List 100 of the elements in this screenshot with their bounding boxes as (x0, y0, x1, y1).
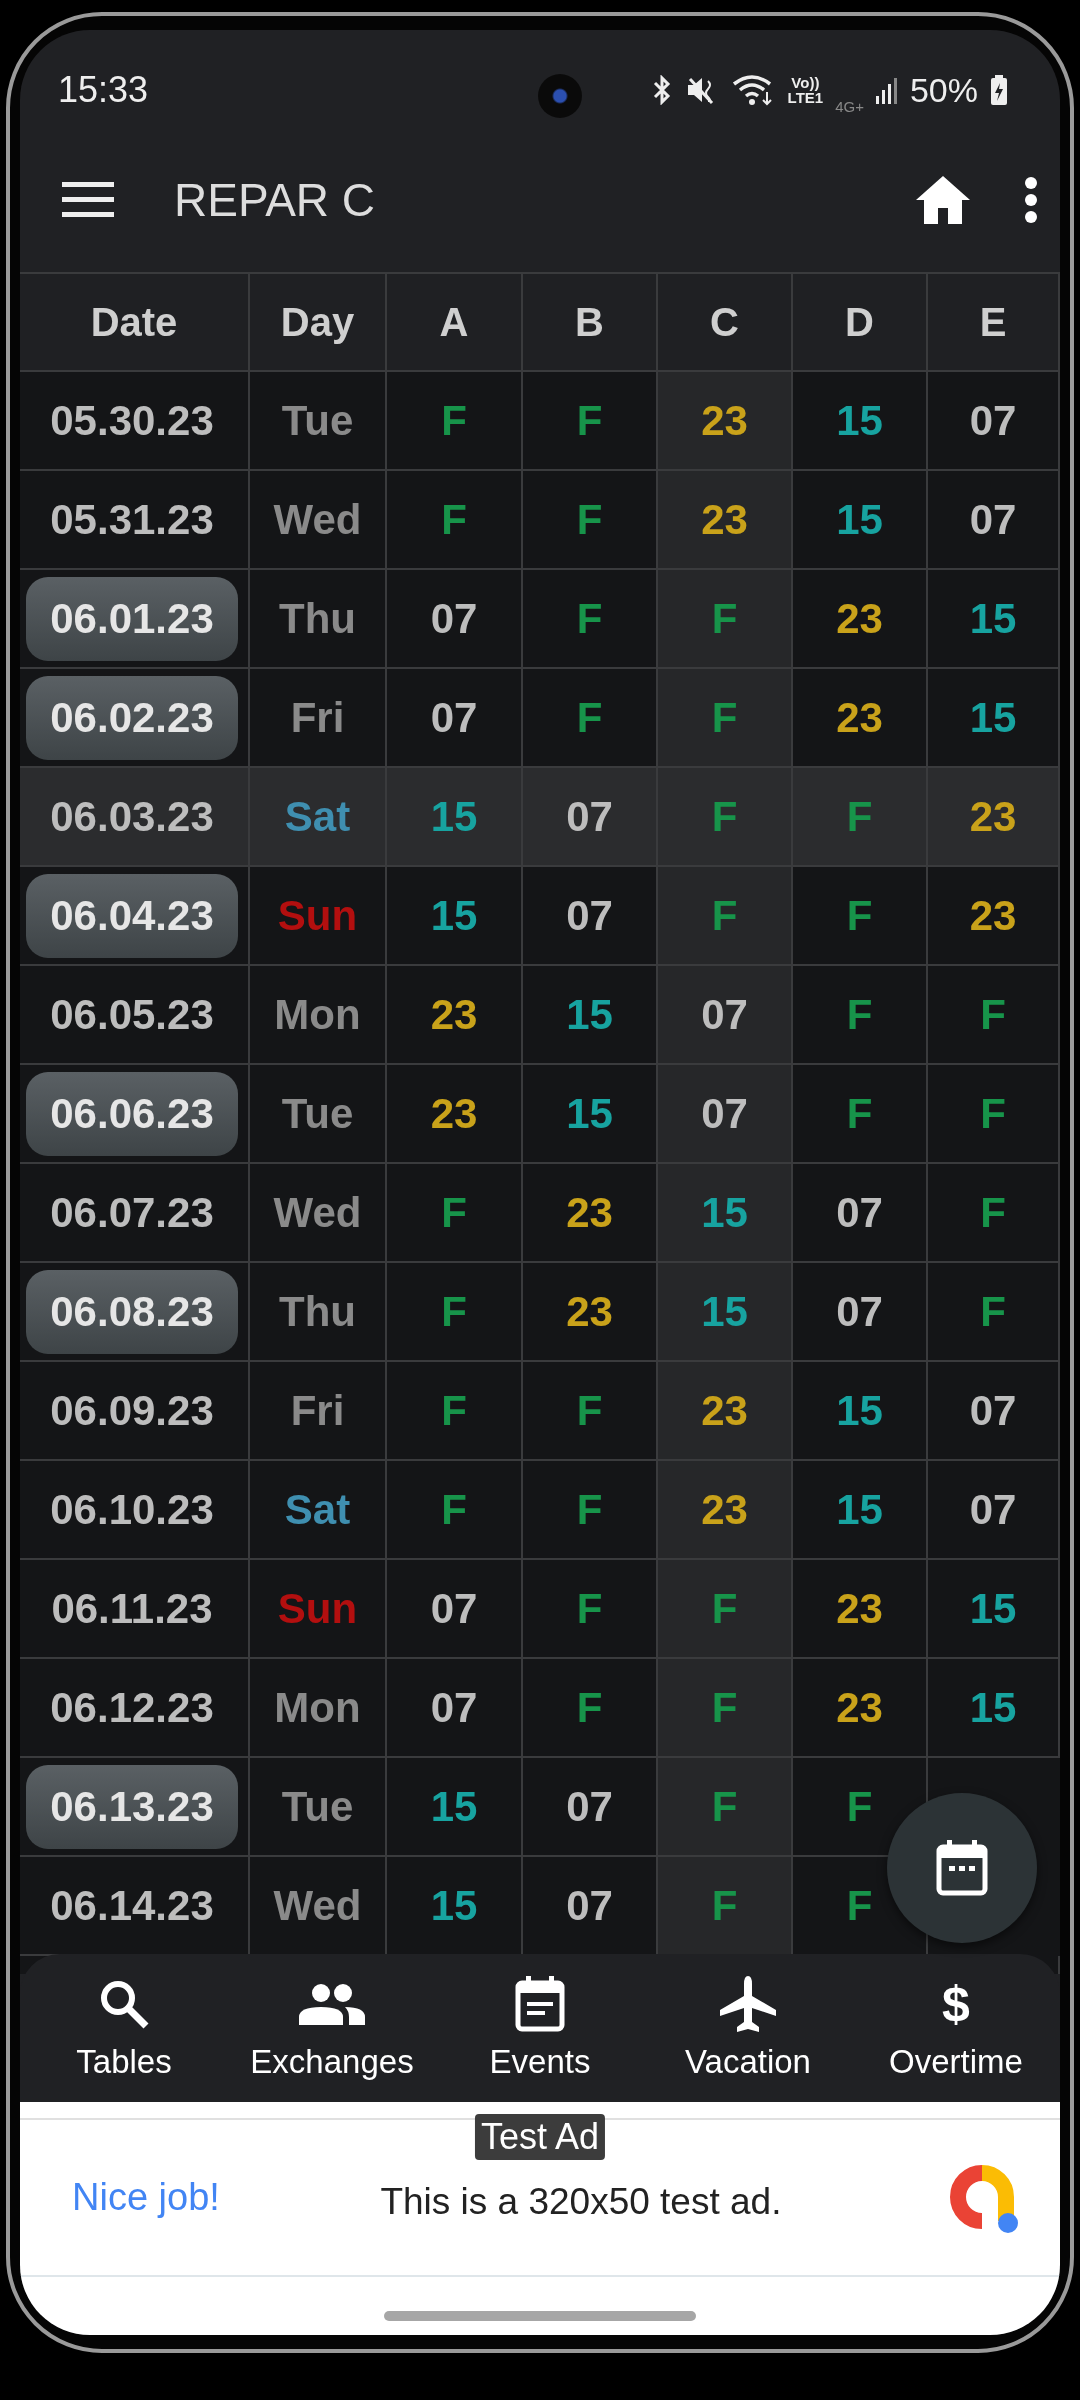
date-label[interactable]: 06.02.23 (26, 675, 238, 760)
shift-code: 07 (430, 594, 478, 643)
shift-code: 07 (430, 1584, 478, 1633)
shift-code: F (441, 396, 467, 445)
date-label[interactable]: 06.07.23 (26, 1170, 238, 1255)
event-icon (515, 1976, 565, 2032)
shift-code: F (711, 792, 738, 841)
more-options-button[interactable] (1024, 177, 1038, 223)
battery-percent: 50% (909, 70, 978, 110)
ad-text: This is a 320x50 test ad. (380, 2179, 782, 2223)
weekday: Fri (290, 693, 345, 742)
date-label[interactable]: 06.08.23 (26, 1269, 238, 1354)
shift-code: F (980, 1287, 1006, 1336)
shift-code: 15 (566, 990, 613, 1039)
weekday: Wed (273, 1881, 362, 1930)
lte-label: LTE1 (787, 90, 824, 105)
shift-code: 15 (701, 1287, 748, 1336)
shift-code: 15 (836, 1485, 883, 1534)
date-label[interactable]: 06.06.23 (26, 1071, 238, 1156)
dollar-icon: $ (942, 1975, 970, 2033)
date-label[interactable]: 06.14.23 (26, 1863, 238, 1948)
nav-tab[interactable]: Exchanges (228, 1975, 436, 2081)
date-label[interactable]: 06.03.23 (26, 774, 238, 859)
shift-code: F (846, 1881, 873, 1930)
nav-tab[interactable]: $ Overtime (852, 1975, 1060, 2081)
shift-code: 15 (701, 1188, 748, 1237)
shift-code: 23 (836, 1584, 883, 1633)
shift-code: F (711, 693, 738, 742)
shift-code: F (441, 1386, 467, 1435)
date-label[interactable]: 06.10.23 (26, 1467, 238, 1552)
shift-code: 23 (701, 1386, 748, 1435)
date-label[interactable]: 06.11.23 (26, 1566, 238, 1651)
home-button[interactable] (916, 176, 970, 224)
shift-code: 07 (836, 1287, 883, 1336)
network-type: 4G+ (835, 97, 864, 115)
date-label[interactable]: 06.09.23 (26, 1368, 238, 1453)
shift-code: F (980, 1188, 1006, 1237)
shift-code: F (576, 1683, 603, 1732)
airplane-icon (720, 1976, 776, 2032)
weekday: Sat (284, 1485, 351, 1534)
signal-icon (875, 76, 898, 104)
shift-code: 15 (430, 792, 478, 841)
shift-code: 23 (969, 792, 1017, 841)
shift-code: F (576, 1584, 603, 1633)
shift-code: 07 (430, 1683, 478, 1732)
shift-code: 23 (566, 1188, 613, 1237)
weekday: Tue (281, 1782, 354, 1831)
shift-code: F (576, 495, 603, 544)
shift-code: F (711, 1584, 738, 1633)
shift-code: 07 (701, 990, 748, 1039)
shift-code: 07 (969, 1386, 1017, 1435)
shift-code: 15 (969, 693, 1017, 742)
shift-code: 07 (566, 1782, 613, 1831)
shift-code: 23 (969, 891, 1017, 940)
shift-code: F (711, 1881, 738, 1930)
weekday: Tue (281, 1089, 354, 1138)
date-label[interactable]: 06.05.23 (26, 972, 238, 1057)
shift-code: F (441, 1287, 467, 1336)
weekday: Wed (273, 495, 362, 544)
menu-icon (62, 182, 114, 218)
ad-label: Test Ad (474, 2114, 606, 2160)
shift-code: F (441, 495, 467, 544)
weekday: Sat (284, 792, 351, 841)
shift-code: 15 (430, 891, 478, 940)
shift-code: 07 (969, 396, 1017, 445)
date-label[interactable]: 05.30.23 (26, 378, 238, 463)
shift-code: 07 (566, 1881, 613, 1930)
shift-code: F (711, 891, 738, 940)
shift-code: 07 (566, 792, 613, 841)
shift-code: 23 (836, 1683, 883, 1732)
date-label[interactable]: 06.04.23 (26, 873, 238, 958)
shift-code: F (711, 1683, 738, 1732)
shift-code: F (846, 990, 873, 1039)
shift-code: 15 (969, 1584, 1017, 1633)
shift-code: F (576, 594, 603, 643)
weekday: Mon (274, 990, 361, 1039)
date-label[interactable]: 06.01.23 (26, 576, 238, 661)
more-icon (1024, 177, 1038, 223)
date-label[interactable]: 06.12.23 (26, 1665, 238, 1750)
shift-code: 07 (969, 1485, 1017, 1534)
weekday: Fri (290, 1386, 345, 1435)
date-label[interactable]: 06.13.23 (26, 1764, 238, 1849)
menu-button[interactable] (62, 182, 114, 218)
shift-code: 23 (836, 594, 883, 643)
battery-icon (990, 75, 1008, 105)
shift-code: F (576, 693, 603, 742)
shift-code: F (576, 1386, 603, 1435)
shift-code: 23 (566, 1287, 613, 1336)
people-icon (299, 1983, 365, 2025)
nav-tab[interactable]: Events (436, 1975, 644, 2081)
shift-code: 23 (836, 693, 883, 742)
nav-tab[interactable]: Vacation (644, 1975, 852, 2081)
nav-tab[interactable]: Tables (20, 1975, 228, 2081)
shift-code: 23 (430, 1089, 478, 1138)
shift-code: 15 (969, 594, 1017, 643)
date-label[interactable]: 05.31.23 (26, 477, 238, 562)
app-title: REPAR C (174, 173, 377, 227)
weekday: Thu (279, 1287, 356, 1336)
shift-code: F (846, 1089, 873, 1138)
front-camera (538, 74, 582, 118)
